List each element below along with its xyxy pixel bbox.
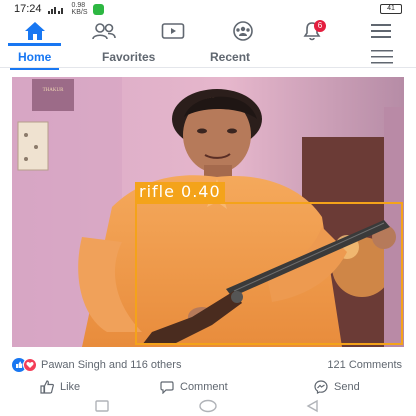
tab-recent[interactable]: Recent [210, 50, 250, 64]
signal-icon [47, 6, 63, 14]
love-reaction-icon [23, 358, 37, 372]
tab-favorites[interactable]: Favorites [102, 50, 155, 64]
groups-icon [232, 21, 253, 41]
menu-icon [371, 24, 392, 38]
send-button[interactable]: Send [314, 380, 360, 394]
back-nav-icon[interactable] [305, 399, 321, 413]
recents-icon[interactable] [94, 399, 110, 413]
detection-label: rifle 0.40 [135, 182, 225, 202]
nav-home[interactable] [0, 18, 69, 46]
feed-filter-icon[interactable] [370, 50, 394, 64]
feed-sub-tabs: Home Favorites Recent [0, 46, 416, 70]
net-speed-unit: KB/S [71, 9, 88, 16]
reaction-icons[interactable] [12, 358, 37, 372]
comment-icon [160, 381, 174, 394]
notification-badge: 6 [313, 20, 326, 32]
nav-menu[interactable] [347, 18, 416, 44]
post-photo[interactable]: THAKUR rifle 0.40 [12, 77, 404, 347]
thumbs-up-icon [40, 380, 54, 394]
like-button[interactable]: Like [40, 380, 80, 394]
comment-label: Comment [180, 381, 228, 393]
status-time: 17:24 [14, 3, 42, 15]
home-nav-icon[interactable] [198, 399, 218, 413]
nav-watch[interactable] [139, 18, 208, 44]
send-label: Send [334, 381, 360, 393]
detection-box [135, 202, 403, 345]
status-bar: 17:24 0.98 KB/S 41 [0, 0, 416, 18]
post-actions: Like Comment Send [0, 378, 416, 398]
friends-icon [92, 23, 116, 40]
system-nav-bar [0, 396, 416, 416]
nav-notifications[interactable]: 6 [277, 18, 346, 44]
battery-icon: 41 [380, 4, 402, 14]
nav-groups[interactable] [208, 18, 277, 44]
whatsapp-icon [93, 3, 105, 15]
like-label: Like [60, 381, 81, 393]
nav-friends[interactable] [69, 18, 138, 44]
tab-home[interactable]: Home [9, 50, 60, 70]
comments-count[interactable]: 121 Comments [327, 359, 402, 371]
messenger-icon [314, 380, 328, 394]
reactions-text[interactable]: Pawan Singh and 116 others [41, 359, 181, 371]
top-nav: 6 [0, 18, 416, 46]
watch-icon [162, 23, 185, 39]
comment-button[interactable]: Comment [160, 380, 228, 394]
reactions-row: Pawan Singh and 116 others 121 Comments [12, 355, 404, 375]
home-icon [24, 22, 45, 40]
photo-watermark: THAKUR [43, 88, 64, 93]
net-speed: 0.98 [71, 2, 86, 9]
